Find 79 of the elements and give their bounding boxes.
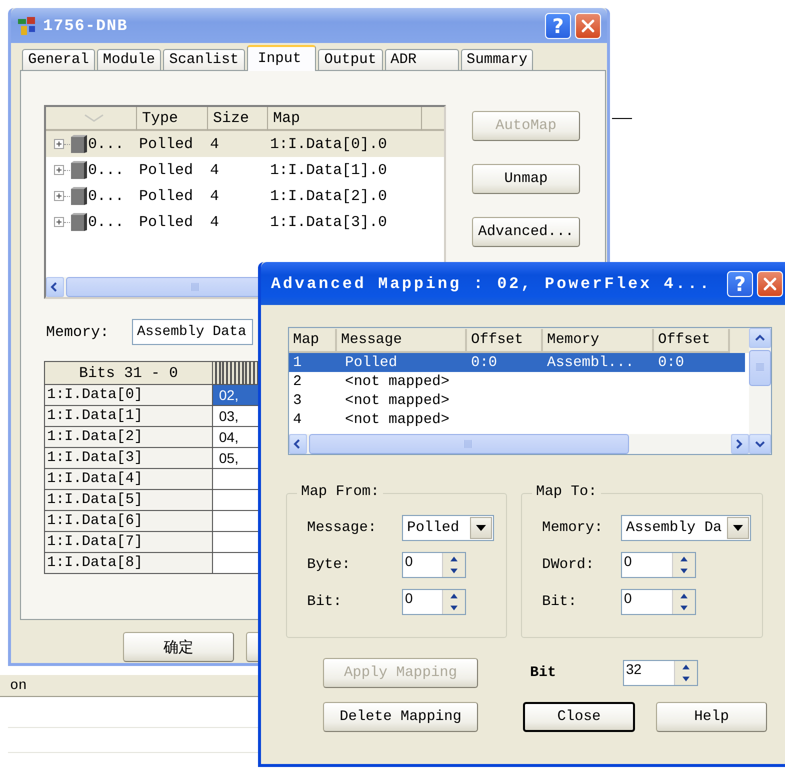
row-header: 1:I.Data[0] <box>45 385 213 405</box>
tab[interactable]: ADR <box>384 49 458 70</box>
table-cell-text: 1:I.Data[0].0 <box>269 136 388 152</box>
field-label: Memory: <box>46 324 110 340</box>
row-header: 1:I.Data[7] <box>45 532 213 552</box>
row-header: 1:I.Data[8] <box>45 553 213 573</box>
tab[interactable]: Output <box>318 49 382 70</box>
button[interactable]: Delete Mapping <box>323 702 478 732</box>
table-cell[interactable]: 03, <box>213 406 259 426</box>
table-cell-text: Polled <box>138 214 194 230</box>
tab[interactable]: Input <box>246 45 316 71</box>
table-cell-text: 4 <box>209 188 220 204</box>
field-label: Byte: <box>307 556 352 572</box>
dropdown[interactable]: Assembly Da <box>621 514 751 540</box>
device-name: 0... <box>88 214 124 230</box>
field-label: Bit <box>530 665 558 681</box>
table-cell-text: Polled <box>138 188 194 204</box>
table-cell-text: Polled <box>138 136 194 152</box>
table-cell-text: Polled <box>344 354 398 370</box>
table-cell-text: 4 <box>209 136 220 152</box>
table-cell-text: 3 <box>292 392 303 408</box>
help-button[interactable]: ? <box>727 270 753 296</box>
dropdown[interactable]: Polled <box>402 514 494 540</box>
table-row[interactable]: 2 <not mapped> <box>289 372 745 391</box>
device-name: 0... <box>88 188 124 204</box>
table-cell-text: Polled <box>138 162 194 178</box>
table-cell-text: 0:0 <box>470 354 498 370</box>
button[interactable]: Advanced... <box>472 217 580 247</box>
tab[interactable]: General <box>22 49 95 70</box>
table-cell[interactable]: 04, <box>213 427 259 447</box>
group-title: Map From: <box>297 484 384 500</box>
list-row[interactable]: 0... Polled 4 1:I.Data[2].0 <box>46 183 444 209</box>
field-label: Bit: <box>542 594 578 610</box>
field-label: Message: <box>307 520 378 536</box>
memory-field[interactable]: Assembly Data <box>132 319 254 345</box>
row-header: 1:I.Data[1] <box>45 406 213 426</box>
column-header: Bits 31 - 0 <box>45 362 213 384</box>
table-row[interactable]: 3 <not mapped> <box>289 391 745 410</box>
row-header: 1:I.Data[5] <box>45 490 213 510</box>
row-header: 1:I.Data[3] <box>45 448 213 468</box>
table-cell-text: 1:I.Data[1].0 <box>269 162 388 178</box>
window-title: 1756-DNB <box>43 16 128 34</box>
field-label: Memory: <box>542 520 604 536</box>
table-cell-text: 0:0 <box>657 354 686 370</box>
group-title: Map To: <box>532 484 601 500</box>
button[interactable]: Unmap <box>472 164 580 194</box>
ok-button[interactable]: 确定 <box>123 632 234 662</box>
list-row[interactable]: 0... Polled 4 1:I.Data[0].0 <box>46 131 444 157</box>
device-name: 0... <box>88 162 124 178</box>
table-cell-text: Assembl... <box>546 354 636 370</box>
status-text: on <box>10 678 27 694</box>
device-name: 0... <box>88 136 124 152</box>
table-cell[interactable]: 05, <box>213 448 259 468</box>
list-row[interactable]: 0... Polled 4 1:I.Data[3].0 <box>46 209 444 235</box>
table-row[interactable]: 1 Polled 0:0 Assembl... 0:0 <box>289 353 745 372</box>
row-header: 1:I.Data[4] <box>45 469 213 489</box>
table-cell-text: 1 <box>292 354 303 370</box>
table-cell-text: <not mapped> <box>344 412 450 428</box>
window-title: Advanced Mapping : 02, PowerFlex 4... <box>270 274 712 292</box>
table-cell-text: <not mapped> <box>344 392 450 408</box>
row-header: 1:I.Data[2] <box>45 427 213 447</box>
table-cell-text: 4 <box>292 412 303 428</box>
table-cell-text: 1:I.Data[3].0 <box>269 214 388 230</box>
row-header: 1:I.Data[6] <box>45 511 213 531</box>
table-cell-text: 4 <box>209 214 220 230</box>
tab[interactable]: Summary <box>460 49 534 70</box>
button[interactable]: Help <box>656 702 767 732</box>
table-cell-text: 1:I.Data[2].0 <box>269 188 388 204</box>
table-cell-text: 4 <box>209 162 220 178</box>
button[interactable]: Close <box>523 702 635 732</box>
tab[interactable]: Scanlist <box>163 49 245 70</box>
table-cell-text: <not mapped> <box>344 374 450 390</box>
table-cell-text: 2 <box>292 374 303 390</box>
table-row[interactable]: 4 <not mapped> <box>289 410 745 429</box>
field-label: DWord: <box>542 556 596 572</box>
tab[interactable]: Module <box>96 49 162 70</box>
field-label: Bit: <box>307 594 343 610</box>
table-cell[interactable]: 02, <box>213 385 259 405</box>
list-row[interactable]: 0... Polled 4 1:I.Data[1].0 <box>46 157 444 183</box>
